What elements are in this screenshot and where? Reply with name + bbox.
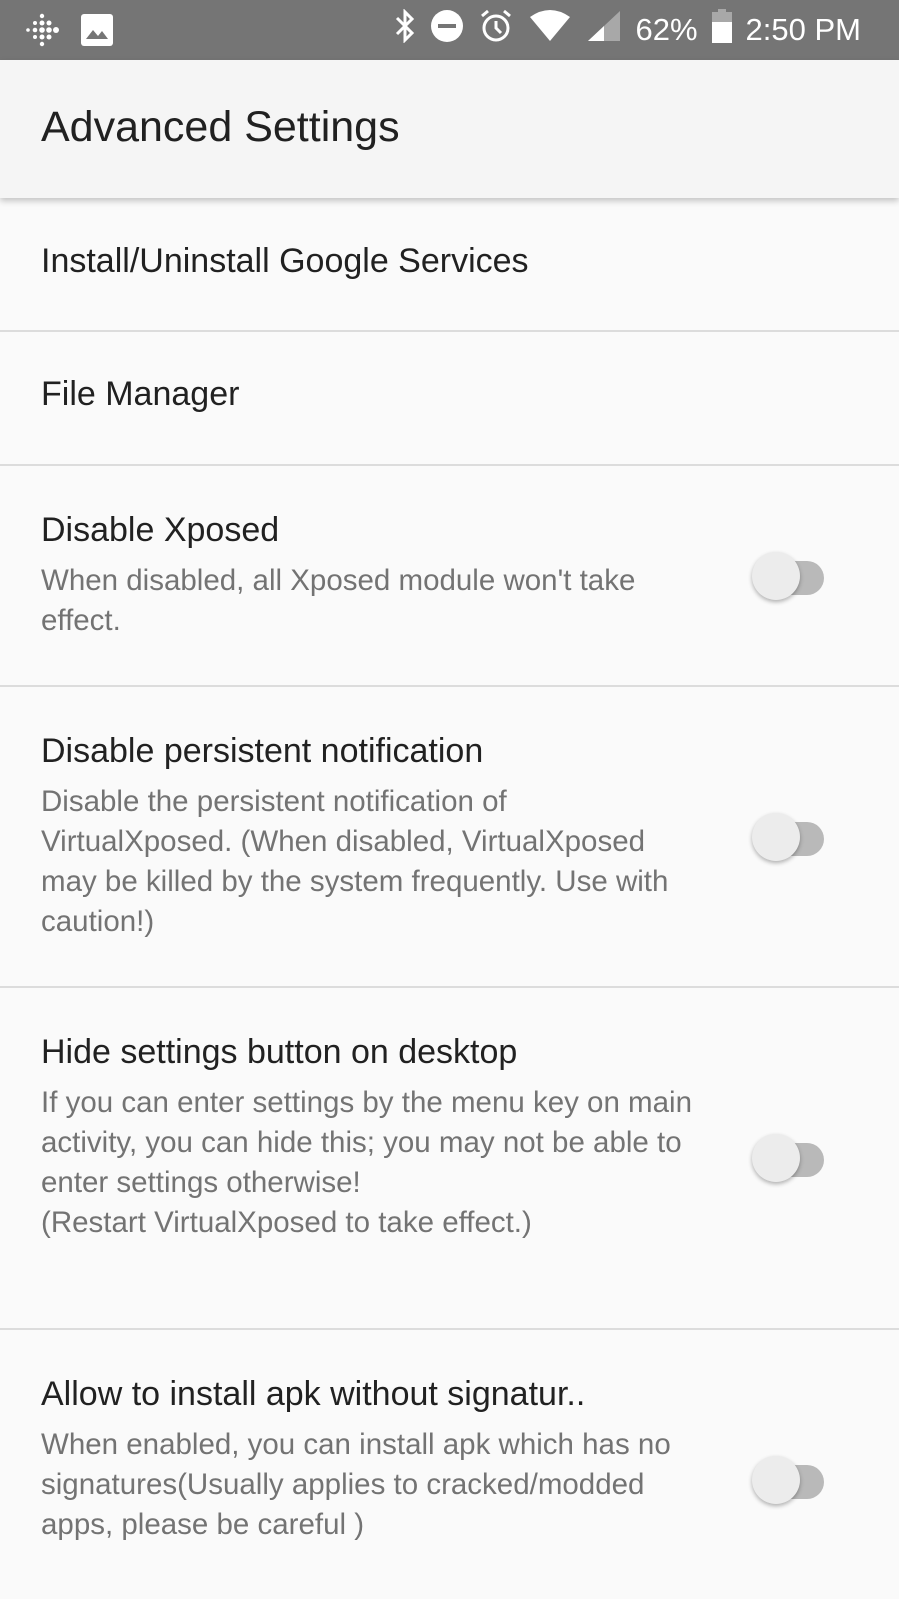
image-icon — [80, 13, 114, 52]
setting-summary: When enabled, you can install apk which … — [41, 1428, 671, 1541]
page-title: Advanced Settings — [41, 103, 400, 151]
setting-summary: If you can enter settings by the menu ke… — [41, 1086, 693, 1239]
bluetooth-icon — [394, 8, 416, 51]
switch-thumb — [752, 1456, 800, 1504]
disable-notification-toggle[interactable] — [752, 813, 832, 863]
setting-hide-settings-button[interactable]: Hide settings button on desktop If you c… — [0, 988, 899, 1330]
do-not-disturb-icon — [430, 9, 464, 51]
fitbit-icon — [24, 12, 60, 53]
clock: 2:50 PM — [745, 12, 861, 47]
disable-xposed-toggle[interactable] — [752, 552, 832, 602]
setting-title: File Manager — [41, 375, 240, 413]
setting-title: Allow to install apk without signatur.. — [41, 1375, 586, 1413]
switch-thumb — [752, 552, 800, 600]
battery-percent: 62% — [635, 12, 698, 47]
settings-list: Install/Uninstall Google Services File M… — [0, 198, 899, 1590]
app-bar: Advanced Settings — [0, 60, 899, 198]
setting-title: Hide settings button on desktop — [41, 1033, 518, 1071]
battery-icon — [711, 9, 732, 51]
switch-thumb — [752, 1134, 800, 1182]
setting-disable-xposed[interactable]: Disable Xposed When disabled, all Xposed… — [0, 466, 899, 687]
setting-summary: When disabled, all Xposed module won't t… — [41, 564, 636, 637]
setting-google-services[interactable]: Install/Uninstall Google Services — [0, 198, 899, 332]
hide-settings-button-toggle[interactable] — [752, 1134, 832, 1184]
setting-disable-persistent-notification[interactable]: Disable persistent notification Disable … — [0, 687, 899, 988]
switch-thumb — [752, 813, 800, 861]
setting-title: Disable persistent notification — [41, 732, 484, 770]
cell-signal-icon — [586, 9, 622, 51]
alarm-icon — [478, 8, 514, 52]
setting-summary: Disable the persistent notification of V… — [41, 785, 669, 938]
setting-title: Install/Uninstall Google Services — [41, 242, 529, 280]
status-bar: 62% 2:50 PM — [0, 0, 899, 60]
setting-file-manager[interactable]: File Manager — [0, 332, 899, 466]
allow-unsigned-apk-toggle[interactable] — [752, 1456, 832, 1506]
setting-title: Disable Xposed — [41, 511, 280, 549]
setting-allow-unsigned-apk[interactable]: Allow to install apk without signatur.. … — [0, 1330, 899, 1590]
wifi-icon — [528, 9, 572, 51]
